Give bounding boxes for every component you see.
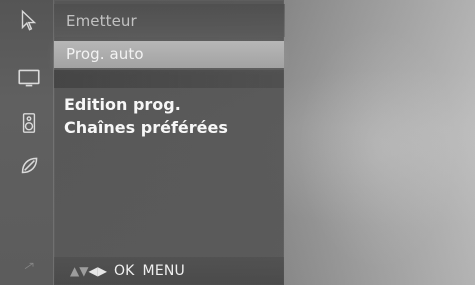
footer-controls: ▲ ▼ ◀ ▶ OK MENU [70,263,185,279]
submenu-emetteur-label: Emetteur [66,12,137,30]
background-haze [280,0,475,285]
speaker-icon[interactable] [15,109,43,137]
menu-label: MENU [142,263,185,279]
menu-item-chaines-preferees[interactable]: Chaînes préférées [64,120,228,136]
menu-divider-shade [54,70,284,88]
submenu-prog-auto-label: Prog. auto [66,45,144,63]
navigation-arrows-icon: ▲ ▼ ◀ ▶ [70,264,107,278]
sidebar [0,0,54,285]
menu-item-edition-prog[interactable]: Edition prog. [64,97,181,113]
arrow-icon [21,258,37,274]
ok-label: OK [113,263,135,279]
leaf-icon[interactable] [15,152,43,180]
screen-icon[interactable] [15,64,43,92]
pointer-icon[interactable] [15,7,43,35]
